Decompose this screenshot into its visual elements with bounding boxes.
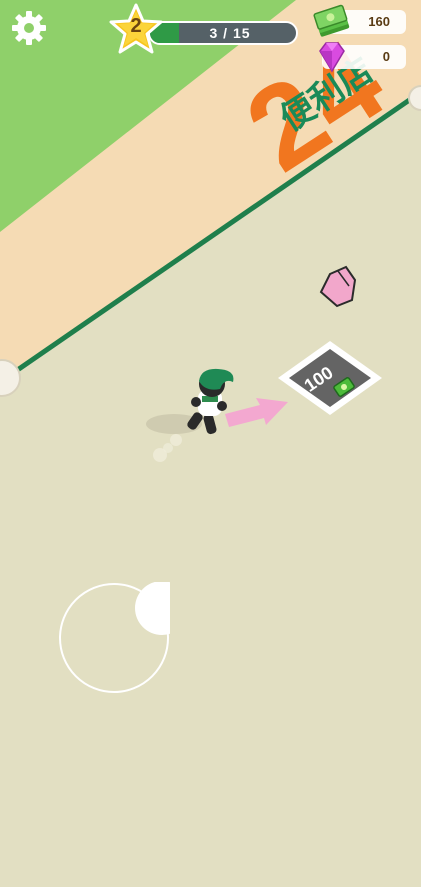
virtual-joystick[interactable] xyxy=(58,582,170,694)
level-progress: 3 / 15 2 xyxy=(108,2,304,58)
game-world: 24 便利店 100 xyxy=(0,0,421,887)
gear-icon xyxy=(12,11,46,45)
cash-counter: 160 xyxy=(313,4,406,37)
game-scene: 24 便利店 100 3 / 15 2 160 0 xyxy=(0,0,421,887)
level-progress-text: 3 / 15 xyxy=(209,25,251,41)
cash-stack-icon xyxy=(313,4,350,37)
cash-value: 160 xyxy=(368,14,390,29)
dust-puff xyxy=(163,443,173,453)
gem-counter: 0 xyxy=(319,42,406,73)
settings-button[interactable] xyxy=(9,8,49,48)
level-number: 2 xyxy=(130,15,142,37)
dust-puff xyxy=(170,434,182,446)
level-progress-bar: 3 / 15 xyxy=(148,21,298,45)
gem-value: 0 xyxy=(382,49,390,64)
gem-icon xyxy=(319,42,345,73)
